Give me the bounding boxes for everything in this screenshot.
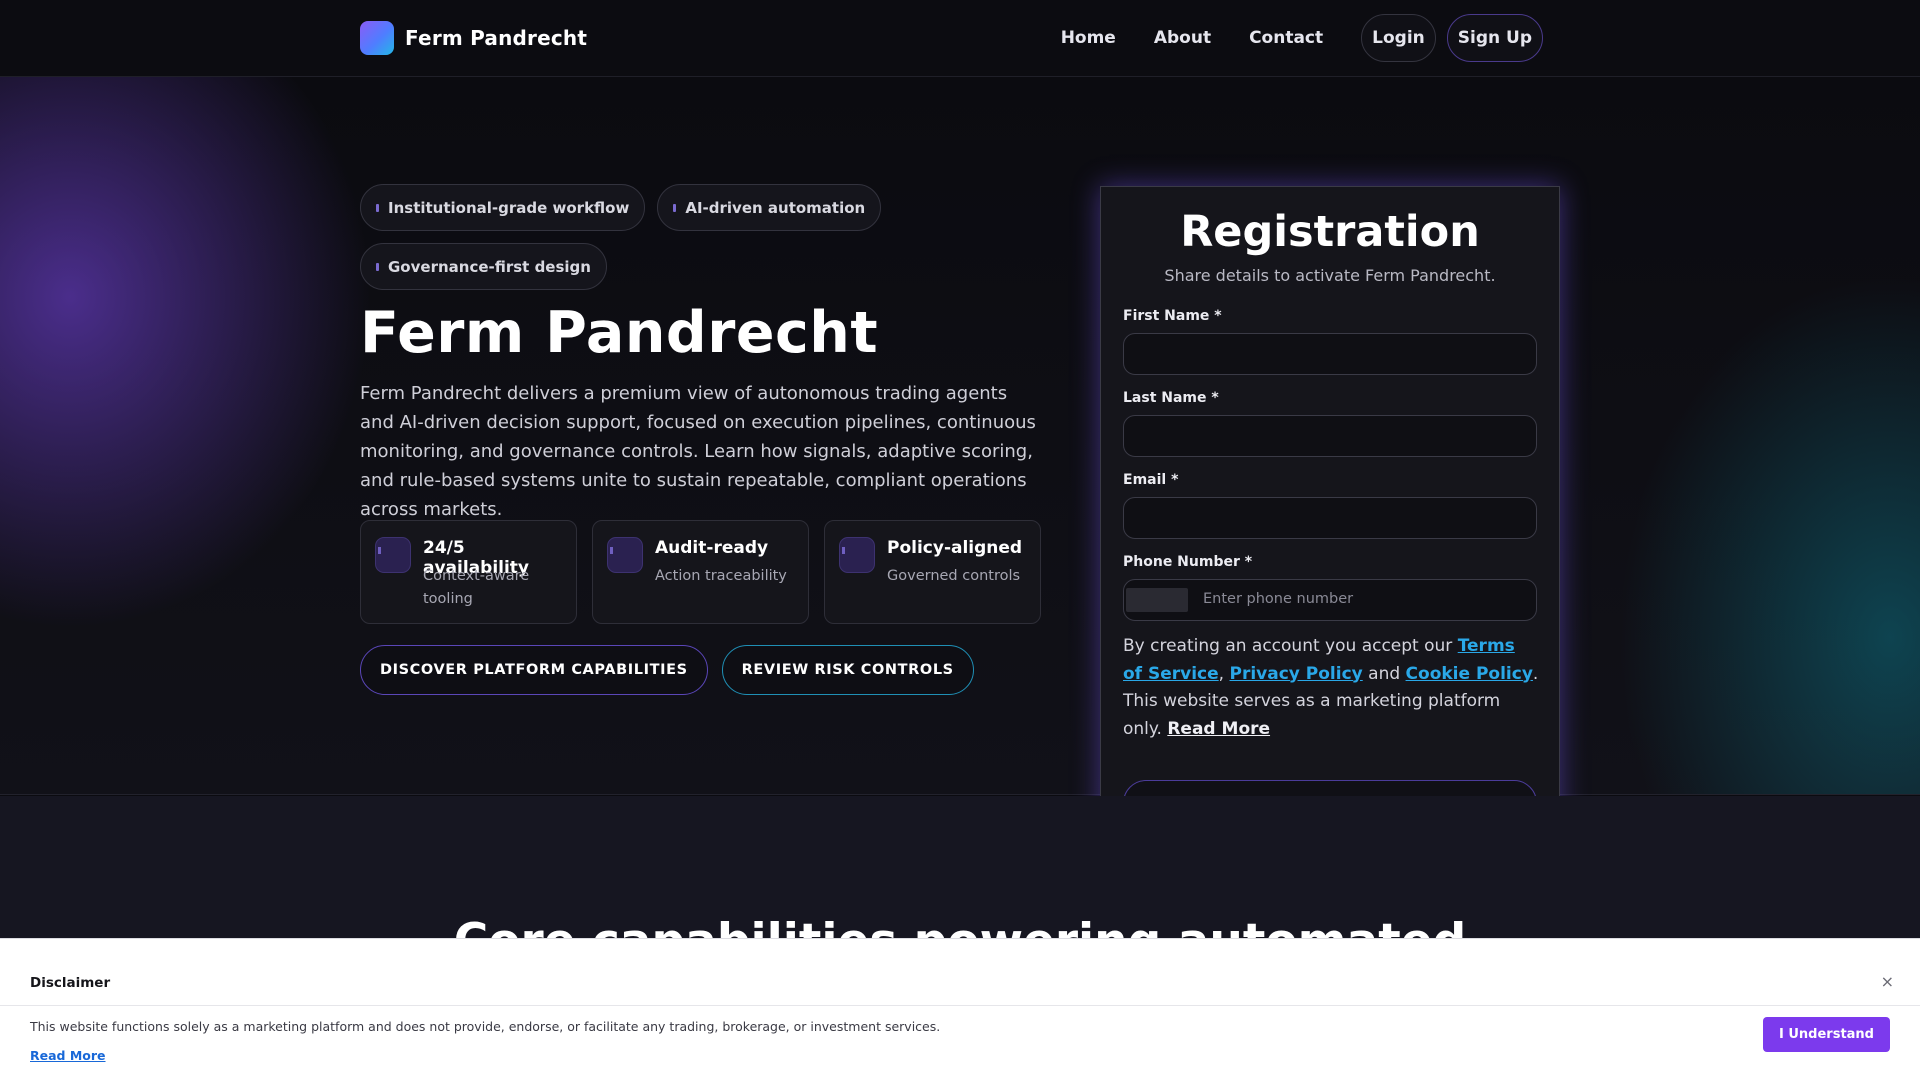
stat-subtitle: Governed controls bbox=[887, 568, 1021, 584]
stat-title: Policy-aligned bbox=[887, 538, 1023, 558]
feature-tile-icon bbox=[839, 537, 875, 573]
tag-label: AI-driven automation bbox=[685, 198, 866, 217]
terms-prefix: By creating an account you accept our bbox=[1123, 636, 1458, 656]
login-button[interactable]: Login bbox=[1361, 14, 1436, 62]
discover-capabilities-button[interactable]: DISCOVER PLATFORM CAPABILITIES bbox=[360, 645, 708, 695]
cookie-policy-link[interactable]: Cookie Policy bbox=[1406, 664, 1533, 684]
form-title: Registration bbox=[1180, 207, 1480, 257]
brand[interactable]: Ferm Pandrecht bbox=[360, 21, 587, 55]
hero-cta-group: DISCOVER PLATFORM CAPABILITIES REVIEW RI… bbox=[360, 645, 974, 695]
tag-governance: Governance-first design bbox=[360, 243, 607, 290]
terms-text: By creating an account you accept our Te… bbox=[1123, 633, 1539, 743]
phone-placeholder: Enter phone number bbox=[1203, 591, 1354, 607]
stat-subtitle: Action traceability bbox=[655, 568, 787, 584]
first-name-label: First Name * bbox=[1123, 308, 1222, 324]
phone-label: Phone Number * bbox=[1123, 554, 1253, 570]
tag-marker-icon bbox=[376, 262, 379, 271]
capabilities-section: Core capabilities powering automated bbox=[0, 796, 1920, 938]
disclaimer-text: This website functions solely as a marke… bbox=[30, 1019, 941, 1034]
feature-tile-icon bbox=[607, 537, 643, 573]
review-risk-controls-button[interactable]: REVIEW RISK CONTROLS bbox=[721, 645, 974, 695]
nav-link-home[interactable]: Home bbox=[1061, 15, 1116, 61]
terms-comma: , bbox=[1218, 663, 1230, 684]
top-navigation: Ferm Pandrecht Home About Contact Login … bbox=[0, 0, 1920, 77]
stat-title: Audit-ready bbox=[655, 538, 769, 558]
disclaimer-title: Disclaimer bbox=[30, 975, 111, 991]
capabilities-title: Core capabilities powering automated bbox=[0, 914, 1920, 938]
stat-card-audit: Audit-ready Action traceability bbox=[592, 520, 809, 624]
email-field[interactable] bbox=[1123, 497, 1537, 539]
nav-links: Home About Contact Login Sign Up bbox=[1061, 14, 1543, 62]
tag-marker-icon bbox=[673, 203, 677, 212]
i-understand-button[interactable]: I Understand bbox=[1763, 1017, 1890, 1052]
terms-and: and bbox=[1362, 663, 1406, 684]
stat-cards: 24/5 availability Context-aware tooling … bbox=[360, 520, 1041, 624]
signup-button[interactable]: Sign Up bbox=[1446, 14, 1543, 62]
tag-label: Governance-first design bbox=[388, 257, 591, 276]
logo-icon bbox=[360, 21, 394, 55]
stat-card-availability: 24/5 availability Context-aware tooling bbox=[360, 520, 577, 624]
nav-link-contact[interactable]: Contact bbox=[1249, 15, 1323, 61]
privacy-policy-link[interactable]: Privacy Policy bbox=[1229, 664, 1362, 684]
registration-form: Registration Share details to activate F… bbox=[1100, 186, 1560, 848]
hero-title: Ferm Pandrecht bbox=[360, 300, 879, 366]
read-more-link[interactable]: Read More bbox=[1167, 719, 1270, 739]
tag-institutional: Institutional-grade workflow bbox=[360, 184, 646, 231]
last-name-field[interactable] bbox=[1123, 415, 1537, 457]
tag-marker-icon bbox=[376, 203, 379, 212]
hero-section: Institutional-grade workflow AI-driven a… bbox=[0, 77, 1920, 848]
first-name-field[interactable] bbox=[1123, 333, 1537, 375]
feature-tags: Institutional-grade workflow AI-driven a… bbox=[360, 184, 920, 290]
close-icon[interactable]: × bbox=[1881, 974, 1894, 990]
email-label: Email * bbox=[1123, 472, 1179, 488]
nav-link-about[interactable]: About bbox=[1154, 15, 1211, 61]
form-subtitle: Share details to activate Ferm Pandrecht… bbox=[1164, 266, 1496, 285]
disclaimer-banner: Disclaimer × This website functions sole… bbox=[0, 938, 1920, 1080]
stat-card-policy: Policy-aligned Governed controls bbox=[824, 520, 1041, 624]
tag-ai-automation: AI-driven automation bbox=[657, 184, 882, 231]
phone-field[interactable]: Enter phone number bbox=[1123, 579, 1537, 621]
last-name-label: Last Name * bbox=[1123, 390, 1219, 406]
stat-subtitle: Context-aware tooling bbox=[423, 568, 530, 607]
feature-tile-icon bbox=[375, 537, 411, 573]
country-code-selector[interactable] bbox=[1126, 588, 1188, 612]
disclaimer-header: Disclaimer × bbox=[0, 939, 1920, 1006]
tag-label: Institutional-grade workflow bbox=[388, 198, 630, 217]
hero-description: Ferm Pandrecht delivers a premium view o… bbox=[360, 383, 1036, 520]
brand-name: Ferm Pandrecht bbox=[405, 26, 588, 50]
disclaimer-read-more-link[interactable]: Read More bbox=[30, 1048, 106, 1063]
